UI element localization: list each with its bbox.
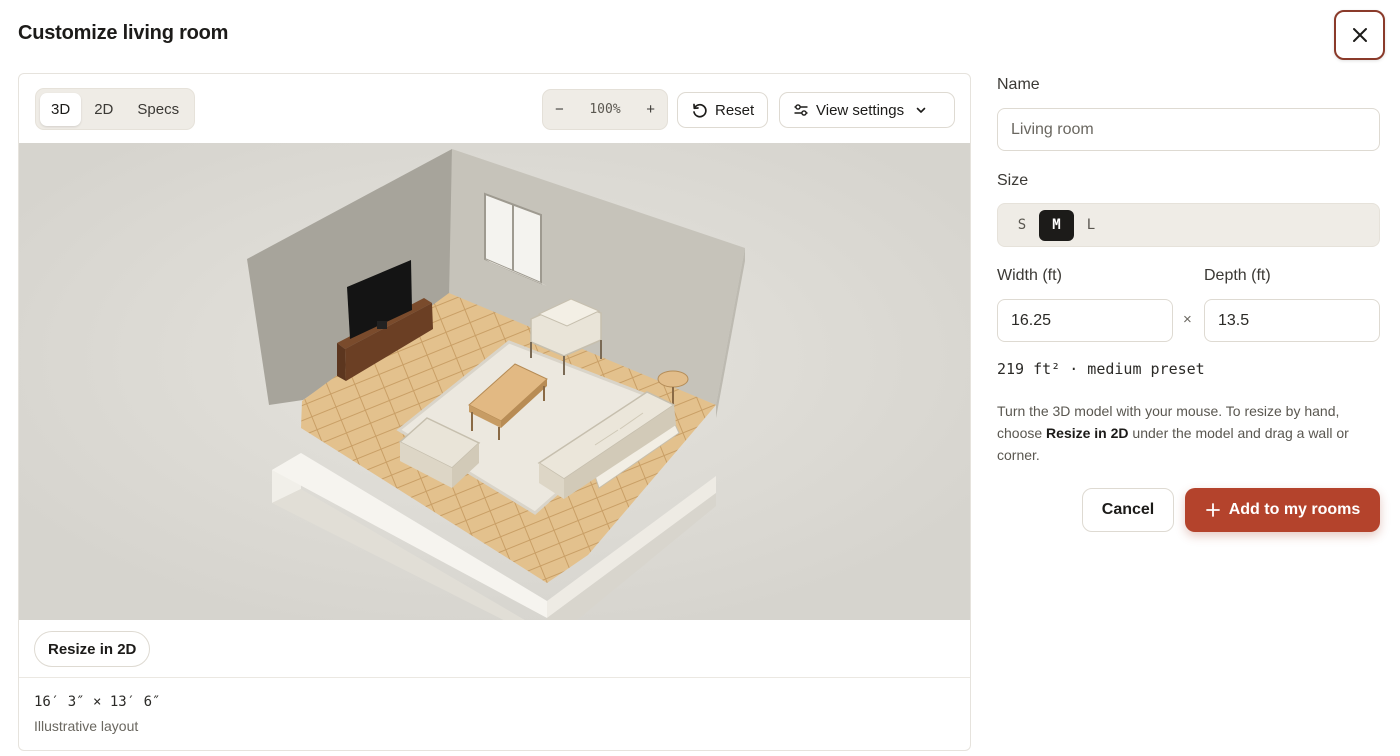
sliders-icon [794,104,808,116]
help-text: Turn the 3D model with your mouse. To re… [997,400,1382,466]
room-dimensions: 16′ 3″ × 13′ 6″ [34,694,161,710]
reset-label: Reset [715,101,755,119]
size-option-m[interactable]: M [1039,209,1074,241]
resize-in-2d-button[interactable]: Resize in 2D [34,631,151,667]
area-summary: 219 ft² · medium preset [997,360,1205,378]
reset-button[interactable]: Reset [677,92,769,128]
size-option-s[interactable]: S [1011,210,1033,240]
name-label: Name [997,76,1040,93]
view-settings-dropdown[interactable]: View settings [779,92,955,128]
view-mode-tabs: 3D 2D Specs [35,88,196,130]
size-option-l[interactable]: L [1080,210,1102,240]
room-3d-canvas[interactable] [19,143,970,643]
depth-input[interactable]: 13.5 [1204,299,1380,342]
zoom-control: − 100% + [542,89,668,130]
width-input[interactable]: 16.25 [997,299,1173,342]
zoom-in-button[interactable]: + [646,101,655,118]
zoom-level: 100% [589,102,621,117]
size-label: Size [997,172,1029,189]
size-selector: S M L [997,203,1380,247]
chevron-down-icon [916,107,926,113]
viewer-divider [19,677,970,678]
add-to-rooms-button[interactable]: Add to my rooms [1185,488,1380,532]
dialog-title: Customize living room [18,22,229,44]
plus-icon [1205,503,1220,517]
depth-label: Depth (ft) [1204,267,1271,284]
view-settings-label: View settings [816,101,905,119]
times-symbol: × [1183,311,1192,328]
add-to-rooms-label: Add to my rooms [1228,501,1361,518]
room-viewer-panel: 3D 2D Specs − 100% + Reset View settings [18,73,971,751]
dimensions-caption: Illustrative layout [34,718,139,734]
name-input[interactable]: Living room [997,108,1380,151]
close-button[interactable] [1334,10,1385,60]
cancel-button[interactable]: Cancel [1082,488,1174,532]
tab-specs[interactable]: Specs [126,93,190,126]
tab-2d[interactable]: 2D [83,93,124,126]
width-label: Width (ft) [997,267,1062,284]
close-icon [1352,28,1367,42]
reset-icon [693,103,707,118]
zoom-out-button[interactable]: − [555,101,564,118]
help-text-bold: Resize in 2D [1046,425,1129,441]
tab-3d[interactable]: 3D [40,93,82,126]
